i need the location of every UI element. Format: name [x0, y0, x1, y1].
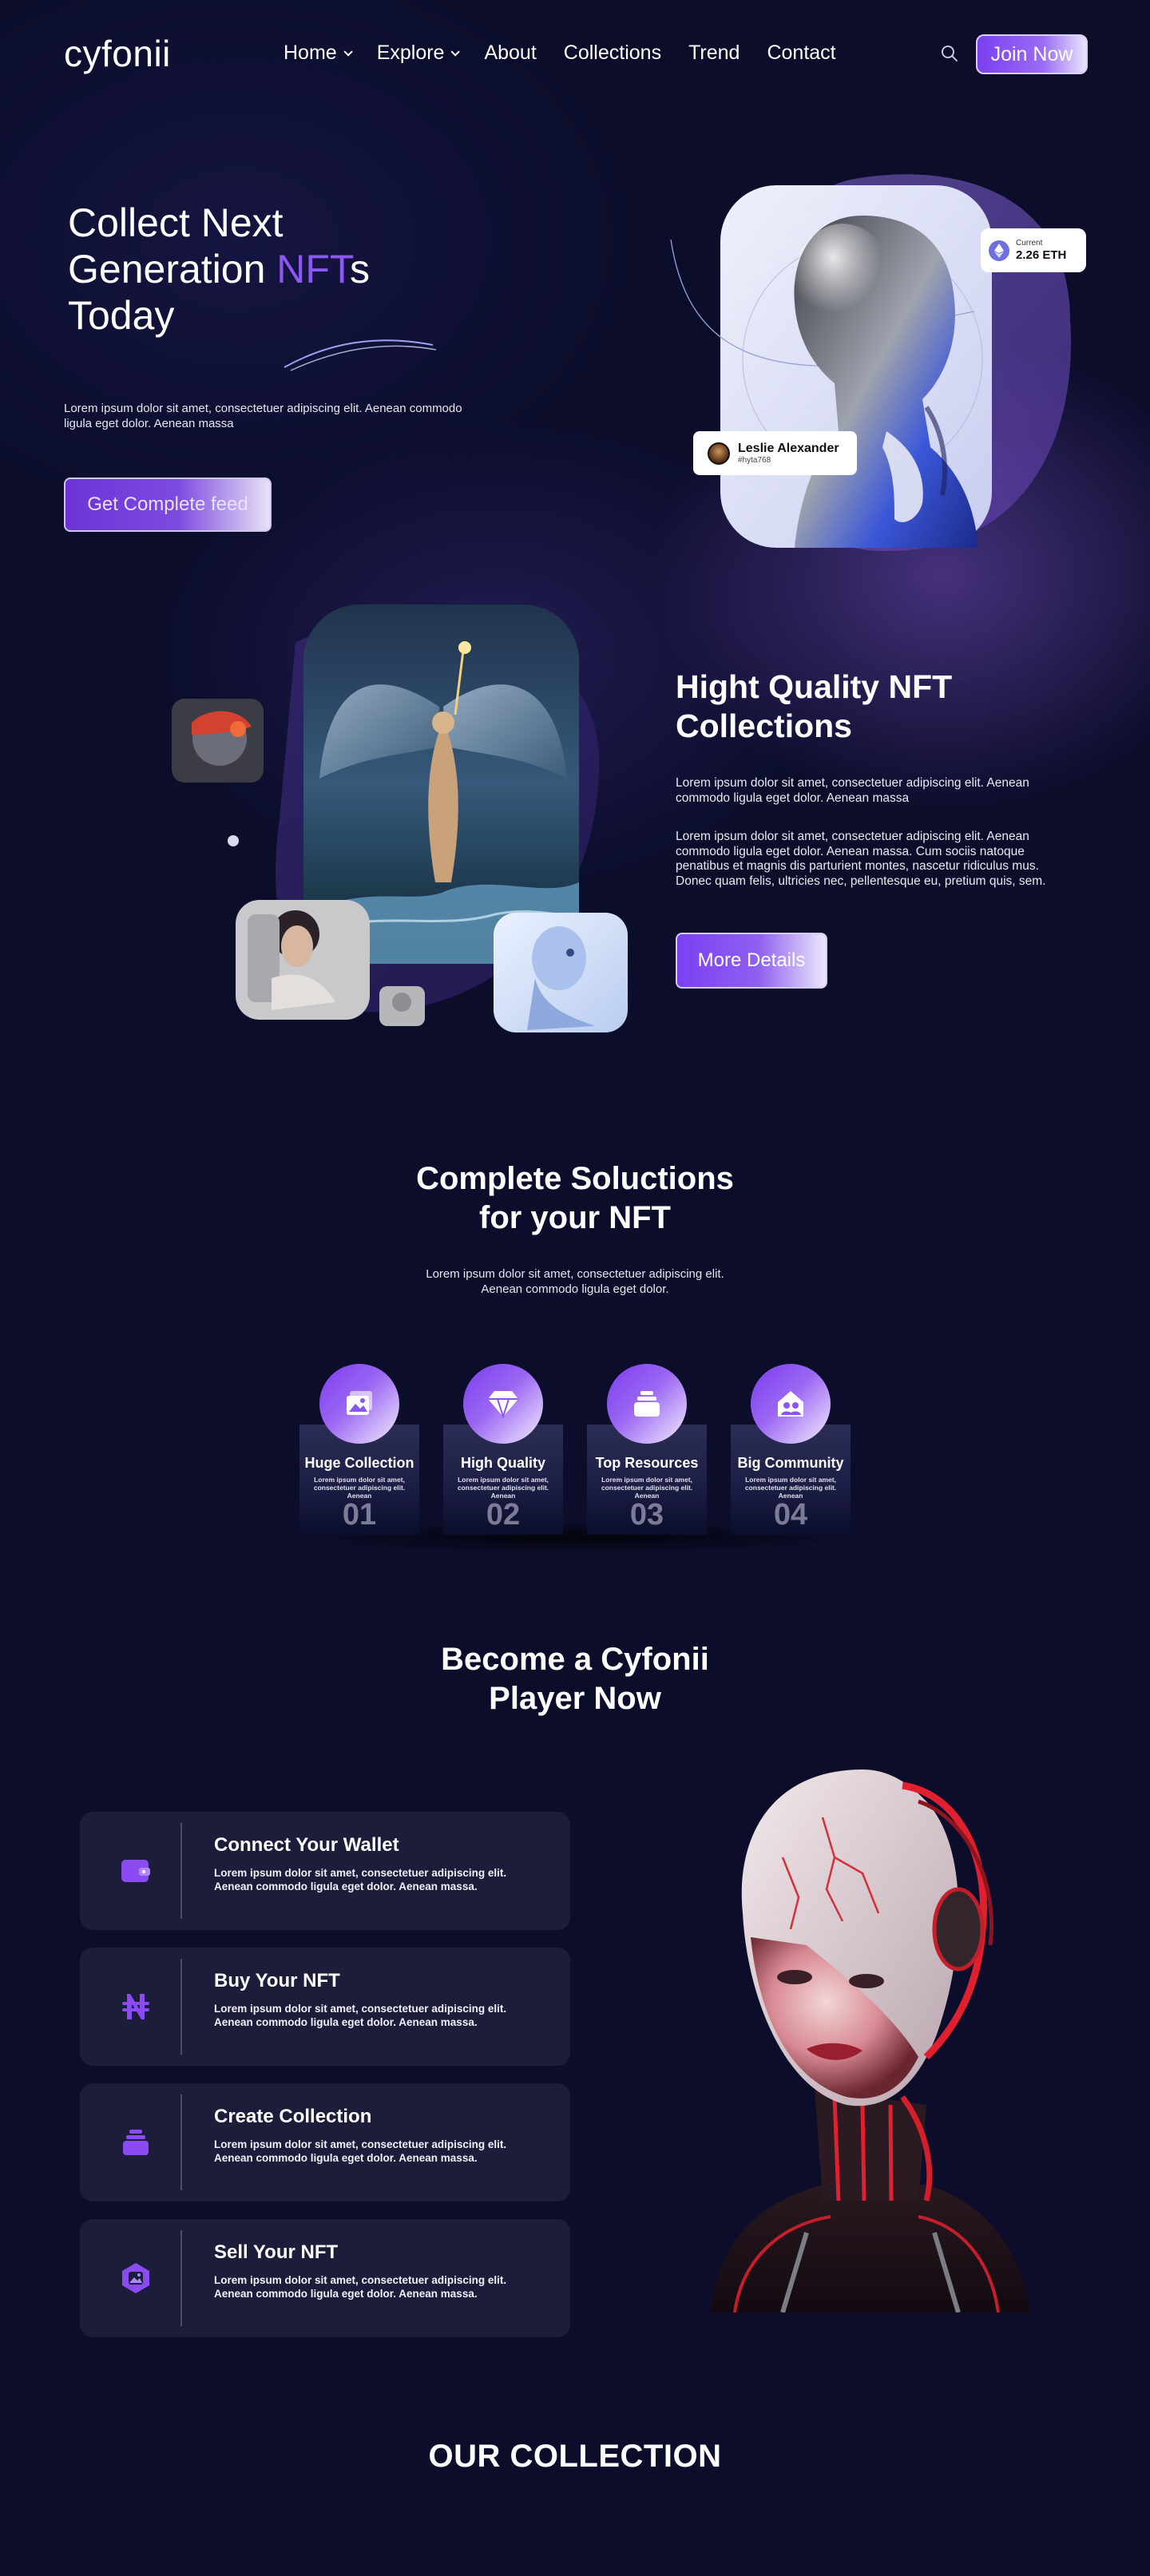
step-card-connect-wallet[interactable]: Connect Your Wallet Lorem ipsum dolor si… [80, 1812, 570, 1930]
player-title: Become a Cyfonii Player Now [0, 1640, 1150, 1718]
creator-card[interactable]: Leslie Alexander #hyta768 [693, 431, 857, 475]
nav-item-explore[interactable]: Explore [376, 42, 461, 65]
chevron-down-icon [343, 46, 353, 57]
player-title-line2: Player Now [489, 1681, 661, 1716]
step-description: Lorem ipsum dolor sit amet, consectetuer… [214, 1867, 507, 1892]
cyborg-image [711, 1770, 1030, 2312]
feature-icon-circle [607, 1364, 687, 1444]
solutions-title-line1: Complete Soluctions [416, 1161, 734, 1196]
image-gallery-icon [347, 1391, 372, 1415]
feature-icon-circle [319, 1364, 399, 1444]
swoosh-decoration [284, 339, 437, 371]
nav-label: About [484, 42, 537, 64]
quality-title: Hight Quality NFT Collections [676, 668, 953, 744]
nav-label: Collections [563, 42, 662, 64]
feature-icon-circle [751, 1364, 831, 1444]
eth-price-card: Current 2.26 ETH [981, 228, 1086, 272]
get-complete-feed-button[interactable]: Get Complete feed [64, 478, 272, 532]
search-icon[interactable] [941, 45, 958, 62]
eth-label: Current [1016, 239, 1043, 248]
feature-card[interactable]: Huge Collection Lorem ipsum dolor sit am… [299, 1364, 419, 1540]
hero-title-accent: NFT [276, 247, 350, 291]
hero-title-line2-post: s [349, 247, 370, 291]
step-title: Buy Your NFT [214, 1970, 340, 1991]
solutions-description-line1: Lorem ipsum dolor sit amet, consectetuer… [426, 1267, 724, 1281]
step-description: Lorem ipsum dolor sit amet, consectetuer… [214, 2274, 507, 2300]
creator-handle: #hyta768 [738, 455, 771, 465]
solutions-description: Lorem ipsum dolor sit amet, consectetuer… [0, 1266, 1150, 1297]
feature-number: 01 [342, 1498, 377, 1532]
nav-label: Home [284, 42, 337, 64]
hero-title-line2-pre: Generation [68, 247, 277, 291]
feature-card[interactable]: Top Resources Lorem ipsum dolor sit amet… [587, 1364, 707, 1540]
creator-name: Leslie Alexander [738, 441, 839, 455]
join-now-button[interactable]: Join Now [976, 34, 1088, 74]
nav-item-contact[interactable]: Contact [767, 42, 835, 65]
feature-description: Lorem ipsum dolor sit amet, consectetuer… [744, 1476, 837, 1500]
collection-title: OUR COLLECTION [428, 2439, 722, 2474]
wallet-icon [112, 1847, 160, 1895]
feature-card[interactable]: High Quality Lorem ipsum dolor sit amet,… [443, 1364, 563, 1540]
step-card-sell-nft[interactable]: Sell Your NFT Lorem ipsum dolor sit amet… [80, 2219, 570, 2337]
feature-title: High Quality [460, 1455, 545, 1471]
feature-description: Lorem ipsum dolor sit amet, consectetuer… [601, 1476, 693, 1500]
nav-item-trend[interactable]: Trend [688, 42, 740, 65]
step-divider [180, 2094, 182, 2190]
features-row: Huge Collection Lorem ipsum dolor sit am… [299, 1364, 851, 1548]
logo[interactable]: cyfonii [64, 32, 171, 75]
naira-icon [112, 1983, 160, 2031]
feature-number: 03 [629, 1498, 664, 1532]
feature-card[interactable]: Big Community Lorem ipsum dolor sit amet… [731, 1364, 851, 1540]
feature-number: 02 [486, 1498, 521, 1532]
nft-collage-image [172, 604, 628, 1032]
step-divider [180, 2230, 182, 2326]
nft-hexagon-icon [112, 2254, 160, 2302]
feature-description: Lorem ipsum dolor sit amet, consectetuer… [457, 1476, 549, 1500]
nav-label: Trend [688, 42, 740, 64]
collection-stack-icon [112, 2118, 160, 2166]
solutions-title: Complete Soluctions for your NFT [0, 1159, 1150, 1238]
step-card-buy-nft[interactable]: Buy Your NFT Lorem ipsum dolor sit amet,… [80, 1948, 570, 2066]
diamond-icon [488, 1391, 518, 1420]
main-nav: Home Explore About Collections Trend Con… [284, 42, 836, 65]
hero-mannequin-image [670, 174, 1072, 552]
solutions-title-line2: for your NFT [479, 1200, 671, 1235]
step-title: Create Collection [214, 2106, 372, 2127]
page: cyfonii Home Explore About Collections T… [0, 0, 1150, 2576]
nav-item-collections[interactable]: Collections [564, 42, 661, 65]
player-title-line1: Become a Cyfonii [441, 1642, 709, 1677]
quality-paragraph-1: Lorem ipsum dolor sit amet, consectetuer… [676, 776, 1029, 805]
step-description: Lorem ipsum dolor sit amet, consectetuer… [214, 2138, 507, 2164]
eth-value: 2.26 ETH [1016, 248, 1067, 262]
nav-item-about[interactable]: About [484, 42, 536, 65]
hero-title: Collect Next Generation NFTs Today [68, 200, 370, 339]
community-icon [778, 1391, 803, 1417]
ethereum-icon [989, 240, 1009, 261]
nav-label: Contact [767, 42, 836, 64]
feature-title: Huge Collection [304, 1455, 414, 1471]
feature-title: Big Community [737, 1455, 844, 1471]
hero-description: Lorem ipsum dolor sit amet, consectetuer… [64, 402, 462, 430]
step-description: Lorem ipsum dolor sit amet, consectetuer… [214, 2003, 507, 2028]
nav-item-home[interactable]: Home [284, 42, 353, 65]
chevron-down-icon [450, 46, 461, 57]
hero-title-line1: Collect Next [68, 200, 284, 245]
avatar [708, 442, 730, 465]
feature-icon-circle [463, 1364, 543, 1444]
feature-description: Lorem ipsum dolor sit amet, consectetuer… [313, 1476, 406, 1500]
step-divider [180, 1959, 182, 2055]
nav-label: Explore [376, 42, 445, 64]
hero-title-line3: Today [68, 293, 175, 338]
more-details-button[interactable]: More Details [676, 933, 827, 989]
quality-paragraph-2: Lorem ipsum dolor sit amet, consectetuer… [676, 830, 1046, 888]
solutions-description-line2: Aenean commodo ligula eget dolor. [481, 1282, 669, 1296]
step-title: Connect Your Wallet [214, 1834, 399, 1856]
stack-icon [634, 1391, 660, 1417]
step-card-create-collection[interactable]: Create Collection Lorem ipsum dolor sit … [80, 2083, 570, 2201]
step-title: Sell Your NFT [214, 2241, 339, 2263]
feature-title: Top Resources [595, 1455, 699, 1471]
step-divider [180, 1823, 182, 1919]
feature-number: 04 [773, 1498, 808, 1532]
